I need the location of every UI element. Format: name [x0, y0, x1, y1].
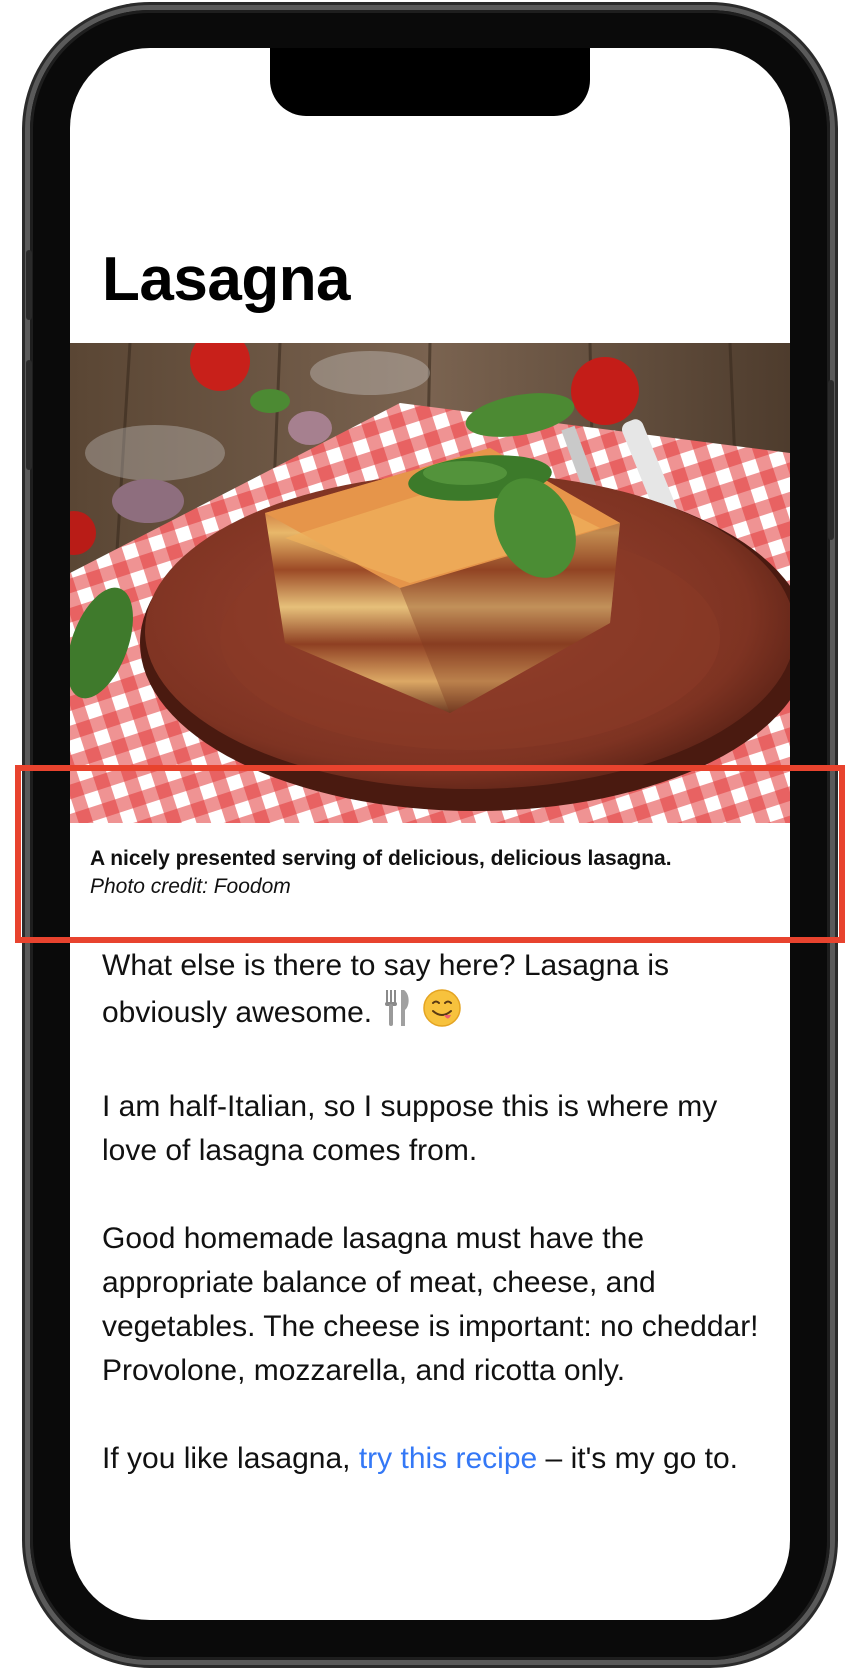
- phone-notch: [270, 48, 590, 116]
- yum-face-icon: [422, 988, 462, 1041]
- paragraph-recipe-after: – it's my go to.: [537, 1442, 739, 1475]
- recipe-link[interactable]: try this recipe: [359, 1442, 537, 1475]
- paragraph-ingredients: Good homemade lasagna must have the appr…: [102, 1222, 759, 1387]
- photo-credit: Photo credit: Foodom: [90, 875, 291, 898]
- article-body: What else is there to say here? Lasagna …: [102, 944, 762, 1525]
- paragraph-recipe: If you like lasagna, try this recipe – i…: [102, 1437, 762, 1481]
- caption-text: A nicely presented serving of delicious,…: [90, 847, 672, 870]
- fork-and-knife-icon: [380, 988, 414, 1041]
- paragraph-recipe-before: If you like lasagna,: [102, 1442, 359, 1475]
- side-button-left-mid: [26, 360, 32, 470]
- side-button-left-top: [26, 250, 32, 320]
- side-button-right: [828, 380, 834, 540]
- paragraph-heritage: I am half-Italian, so I suppose this is …: [102, 1090, 718, 1167]
- phone-screen: Lasagna A nicely presented serving of de…: [70, 48, 790, 1620]
- lasagna-photo: [70, 343, 790, 823]
- page-title: Lasagna: [102, 245, 351, 314]
- paragraph-intro: What else is there to say here? Lasagna …: [102, 944, 762, 1041]
- image-caption: A nicely presented serving of delicious,…: [70, 823, 790, 901]
